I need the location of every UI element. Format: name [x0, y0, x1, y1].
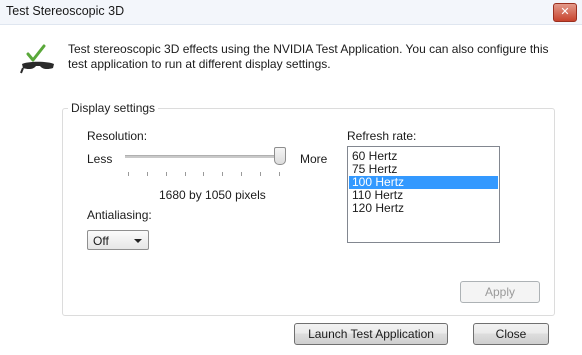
slider-tick [241, 172, 242, 176]
antialiasing-label: Antialiasing: [87, 208, 152, 222]
slider-more-label: More [300, 152, 328, 166]
description-text: Test stereoscopic 3D effects using the N… [68, 42, 549, 71]
chevron-down-icon [134, 239, 142, 243]
resolution-slider-track[interactable] [125, 155, 282, 158]
close-button[interactable]: Close [473, 323, 549, 345]
slider-tick [185, 172, 186, 176]
slider-tick [128, 172, 129, 176]
slider-tick [222, 172, 223, 176]
antialiasing-value: Off [93, 234, 109, 248]
resolution-slider-thumb[interactable] [274, 147, 286, 165]
slider-tick [203, 172, 204, 176]
window-close-button[interactable]: ✕ [553, 3, 577, 22]
slider-tick [147, 172, 148, 176]
apply-button[interactable]: Apply [460, 281, 540, 303]
display-settings-label: Display settings [68, 101, 159, 115]
refresh-rate-label: Refresh rate: [347, 129, 417, 143]
window-title: Test Stereoscopic 3D [6, 4, 125, 18]
resolution-label: Resolution: [87, 129, 148, 143]
refresh-rate-list[interactable]: 60 Hertz 75 Hertz 100 Hertz 110 Hertz 12… [347, 146, 500, 243]
slider-less-label: Less [87, 152, 113, 166]
slider-tick [279, 172, 280, 176]
stereo-glasses-check-icon [20, 42, 56, 76]
refresh-rate-option[interactable]: 120 Hertz [349, 202, 498, 215]
title-bar: Test Stereoscopic 3D ✕ [0, 0, 582, 25]
resolution-value: 1680 by 1050 pixels [159, 188, 266, 202]
slider-tick [166, 172, 167, 176]
launch-test-application-button[interactable]: Launch Test Application [294, 323, 448, 345]
antialiasing-dropdown[interactable]: Off [87, 230, 149, 250]
close-icon: ✕ [560, 5, 570, 18]
slider-tick [260, 172, 261, 176]
